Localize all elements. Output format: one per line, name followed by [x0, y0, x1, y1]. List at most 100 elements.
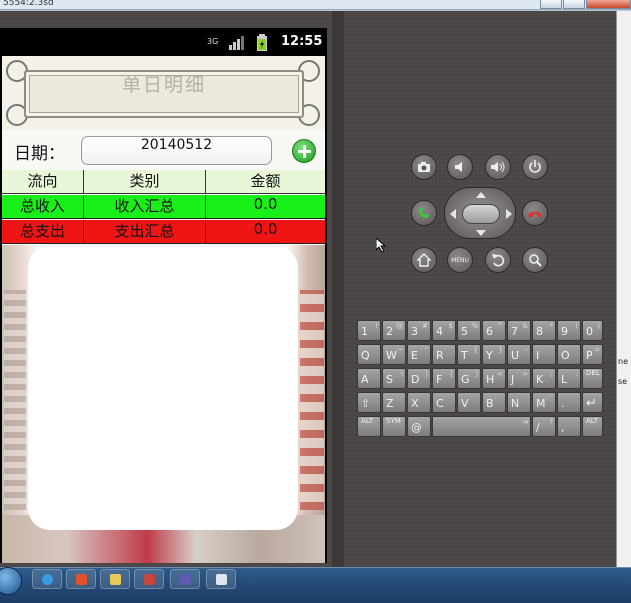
key[interactable]: 3 #	[407, 320, 431, 341]
dpad-right-icon[interactable]	[506, 209, 512, 219]
key[interactable]: B	[482, 392, 506, 413]
key[interactable]: 1!	[357, 320, 381, 341]
volume-up-icon[interactable]	[485, 154, 511, 180]
key[interactable]: A	[357, 368, 381, 389]
title-banner: 单日明细	[2, 56, 325, 130]
key[interactable]: /?	[532, 416, 556, 437]
key[interactable]: U-	[507, 344, 531, 365]
key[interactable]: L:	[557, 368, 581, 389]
key[interactable]: C	[432, 392, 456, 413]
header-amount: 金额	[250, 172, 281, 190]
key[interactable]: E "	[407, 344, 431, 365]
key[interactable]: F[	[432, 368, 456, 389]
maximize-button[interactable]	[563, 0, 585, 9]
end-call-icon[interactable]	[522, 200, 548, 226]
taskbar-image-icon[interactable]	[134, 569, 164, 589]
sym-key[interactable]: SYM	[382, 416, 406, 437]
key[interactable]: Y}	[482, 344, 506, 365]
space-key[interactable]: ⇥	[432, 416, 531, 437]
key[interactable]: 5%	[457, 320, 481, 341]
table-row[interactable]: 总支出 支出汇总 0.0	[2, 220, 325, 244]
signal-icon	[229, 36, 244, 50]
key[interactable]: 4 $	[432, 320, 456, 341]
call-icon[interactable]	[411, 200, 437, 226]
add-icon[interactable]	[292, 139, 316, 163]
home-icon[interactable]	[411, 247, 437, 273]
close-button[interactable]	[586, 0, 631, 9]
key[interactable]: T{	[457, 344, 481, 365]
status-bar	[0, 28, 327, 56]
key[interactable]: 6 ^	[482, 320, 506, 341]
content-area	[28, 246, 298, 530]
header-direction: 流向	[2, 170, 84, 194]
key[interactable]: X	[407, 392, 431, 413]
key[interactable]: 7 &	[507, 320, 531, 341]
key[interactable]: 0)	[582, 320, 603, 341]
delete-key[interactable]: DEL	[582, 368, 603, 389]
key[interactable]: 9(	[557, 320, 581, 341]
key[interactable]: K;	[532, 368, 556, 389]
table-header: 流向 类别 金额	[2, 170, 325, 194]
key[interactable]: @	[407, 416, 431, 437]
taskbar-eclipse-icon[interactable]	[170, 569, 200, 589]
alt-key-right[interactable]: ALT	[582, 416, 603, 437]
key[interactable]: .	[557, 392, 581, 413]
back-icon[interactable]	[485, 247, 511, 273]
dpad-left-icon[interactable]	[450, 209, 456, 219]
key[interactable]: G]	[457, 368, 481, 389]
shift-key[interactable]: ⇧	[357, 392, 381, 413]
key[interactable]: ,	[557, 416, 581, 437]
row-amount: 0.0	[253, 195, 278, 213]
key[interactable]: N	[507, 392, 531, 413]
date-field[interactable]: 20140512	[81, 136, 272, 165]
taskbar-ie-icon[interactable]	[32, 569, 62, 589]
row-category: 收入汇总	[84, 195, 206, 219]
minimize-button[interactable]	[540, 0, 562, 9]
key[interactable]: 2 @	[382, 320, 406, 341]
key[interactable]: 8 *	[532, 320, 556, 341]
dpad[interactable]	[444, 187, 516, 239]
key[interactable]: H <	[482, 368, 506, 389]
key[interactable]: M	[532, 392, 556, 413]
table-row[interactable]: 总收入 收入汇总 0.0	[2, 195, 325, 219]
taskbar-app-icon[interactable]	[66, 569, 96, 589]
key[interactable]: Z	[382, 392, 406, 413]
key[interactable]: S \	[382, 368, 406, 389]
key[interactable]: D |	[407, 368, 431, 389]
power-icon[interactable]	[522, 154, 548, 180]
dpad-up-icon[interactable]	[476, 192, 486, 198]
mouse-cursor-icon	[376, 238, 386, 253]
camera-icon[interactable]	[411, 154, 437, 180]
row-direction: 总收入	[2, 195, 84, 219]
battery-icon	[257, 34, 267, 51]
header-category: 类别	[84, 170, 206, 194]
taskbar-emulator-icon[interactable]	[206, 569, 236, 589]
key[interactable]: Q	[357, 344, 381, 365]
key[interactable]: J >	[507, 368, 531, 389]
key[interactable]: O	[557, 344, 581, 365]
key[interactable]: I	[532, 344, 556, 365]
right-strip-label-2: se	[618, 377, 628, 386]
banknote-right	[300, 290, 324, 510]
volume-down-icon[interactable]	[447, 154, 473, 180]
dpad-center-button[interactable]	[462, 204, 500, 224]
search-icon[interactable]	[522, 247, 548, 273]
key[interactable]: W ~	[382, 344, 406, 365]
status-clock: 12:55	[281, 34, 323, 49]
window-title: 5554:2.3sd	[3, 0, 54, 8]
network-icon: 3G	[207, 37, 219, 46]
window-title-bar: 5554:2.3sd	[0, 0, 631, 10]
menu-button[interactable]: MENU	[447, 247, 473, 273]
row-amount: 0.0	[253, 220, 278, 238]
key[interactable]: R	[432, 344, 456, 365]
alt-key-left[interactable]: ALT	[357, 416, 381, 437]
date-label: 日期：	[14, 144, 65, 164]
key[interactable]: V	[457, 392, 481, 413]
key[interactable]: P =	[582, 344, 603, 365]
right-window-strip: ne se	[616, 11, 631, 567]
qwerty-keyboard: 1! 2 @ 3 # 4 $ 5% 6 ^ 7 & 8 * 9( 0) Q W ~ E " R …	[357, 320, 603, 440]
dpad-down-icon[interactable]	[476, 230, 486, 236]
taskbar-explorer-icon[interactable]	[100, 569, 130, 589]
enter-key[interactable]: ↵	[582, 392, 603, 413]
banknote-left	[4, 290, 26, 510]
